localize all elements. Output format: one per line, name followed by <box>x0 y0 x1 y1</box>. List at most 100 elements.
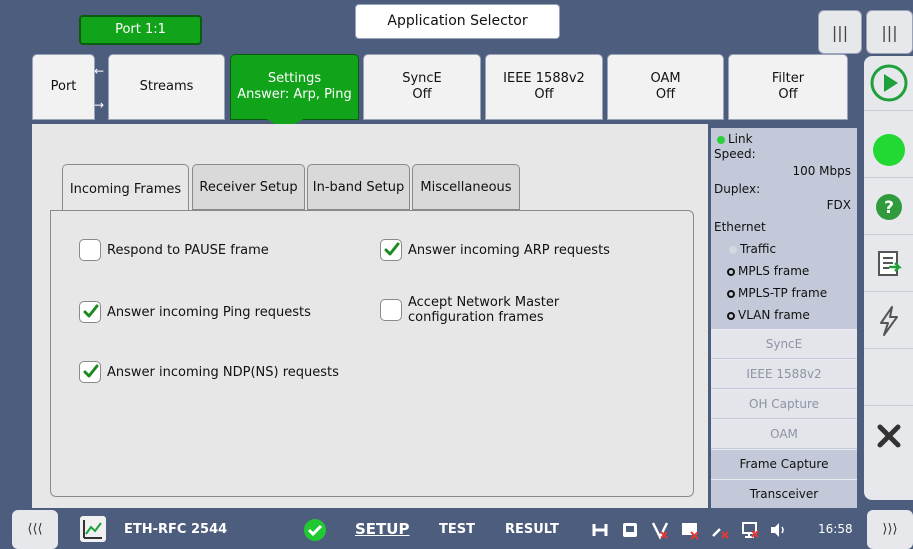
tab-label: Port <box>50 79 77 94</box>
scroll-right-button[interactable]: ⟩⟩⟩ <box>867 510 913 549</box>
tab-label: Streams <box>139 79 194 94</box>
oh-capture-button[interactable]: OH Capture <box>711 389 857 418</box>
check-status-icon <box>303 518 327 546</box>
traffic-led-icon <box>729 245 737 254</box>
respond-pause-label: Respond to PAUSE frame <box>107 242 269 258</box>
storage-icon <box>620 520 640 540</box>
accept-nm-line2: configuration frames <box>408 310 544 325</box>
subtab-in-band-setup[interactable]: In-band Setup <box>307 164 410 210</box>
play-icon <box>870 64 907 102</box>
report-icon <box>877 251 902 276</box>
ieee-1588v2-status-button[interactable]: IEEE 1588v2 <box>711 359 857 388</box>
frame-capture-button[interactable]: Frame Capture <box>711 449 857 478</box>
speed-value: 100 Mbps <box>792 164 851 178</box>
start-test-button[interactable] <box>864 56 913 111</box>
report-button[interactable] <box>864 237 913 292</box>
close-button[interactable] <box>864 408 913 463</box>
answer-ping-option[interactable]: Answer incoming Ping requests <box>79 301 311 323</box>
mpls-label: MPLS frame <box>738 264 810 278</box>
checkmark-icon <box>384 242 400 256</box>
tab-settings[interactable]: Settings Answer: Arp, Ping <box>230 54 359 120</box>
test-tab[interactable]: TEST <box>439 510 475 549</box>
wireless-icon <box>710 520 730 540</box>
answer-arp-option[interactable]: Answer incoming ARP requests <box>380 239 610 261</box>
mpls-tp-led-icon <box>727 289 735 298</box>
right-sidebar: ? <box>864 56 913 500</box>
accept-network-master-checkbox[interactable] <box>380 299 402 321</box>
help-icon: ? <box>875 194 902 220</box>
tab-filter[interactable]: Filter Off <box>728 54 848 120</box>
accept-network-master-label: Accept Network Master configuration fram… <box>408 295 559 325</box>
svg-text:?: ? <box>884 198 894 218</box>
tab-streams[interactable]: Streams <box>108 54 225 120</box>
oam-status-button[interactable]: OAM <box>711 419 857 448</box>
tab-port[interactable]: Port <box>32 54 95 120</box>
test-name: ETH-RFC 2544 <box>124 522 228 537</box>
close-icon <box>877 424 900 447</box>
application-selector-tab[interactable]: Application Selector <box>355 4 560 39</box>
tab-sublabel: Off <box>534 87 554 102</box>
tab-label: IEEE 1588v2 <box>503 71 585 86</box>
duplex-value: FDX <box>826 198 851 212</box>
checkmark-icon <box>83 304 99 318</box>
panel-grip-icon[interactable]: ||| <box>818 10 862 54</box>
subtab-miscellaneous[interactable]: Miscellaneous <box>412 164 520 210</box>
answer-ndp-option[interactable]: Answer incoming NDP(NS) requests <box>79 361 339 383</box>
clock: 16:58 <box>818 522 853 536</box>
answer-ping-checkbox[interactable] <box>79 301 101 323</box>
answer-ndp-checkbox[interactable] <box>79 361 101 383</box>
answer-arp-checkbox[interactable] <box>380 239 402 261</box>
global-status-indicator[interactable] <box>864 123 913 178</box>
help-button[interactable]: ? <box>864 180 913 235</box>
link-label: Link <box>728 132 753 146</box>
tab-ieee-1588v2[interactable]: IEEE 1588v2 Off <box>485 54 603 120</box>
subtab-incoming-frames[interactable]: Incoming Frames <box>62 164 189 212</box>
tab-label: SyncE <box>402 71 442 86</box>
accept-nm-line1: Accept Network Master <box>408 295 560 310</box>
tab-label: Filter <box>771 71 805 86</box>
bottom-bar: ⟨⟨⟨ ETH-RFC 2544 SETUP TEST RESULT 16:58… <box>0 510 913 549</box>
port-selector-tab[interactable]: Port 1:1 <box>79 15 202 45</box>
tab-sublabel: Off <box>778 87 798 102</box>
incoming-frames-panel: Respond to PAUSE frame Answer incoming A… <box>50 210 694 497</box>
power-plug-icon <box>590 520 610 540</box>
status-panel: Link Speed: 100 Mbps Duplex: FDX Etherne… <box>711 128 857 508</box>
vlan-status: VLAN frame <box>727 308 810 322</box>
settings-content: Incoming Frames Receiver Setup In-band S… <box>32 124 708 508</box>
result-tab[interactable]: RESULT <box>505 510 559 549</box>
setup-tab[interactable]: SETUP <box>355 510 409 549</box>
arrow-left-icon: ← <box>94 64 105 78</box>
volume-icon[interactable] <box>768 520 788 540</box>
speed-label: Speed: <box>714 147 756 161</box>
tab-label: Settings <box>267 71 322 86</box>
subtab-receiver-setup[interactable]: Receiver Setup <box>192 164 305 210</box>
answer-ndp-label: Answer incoming NDP(NS) requests <box>107 364 339 380</box>
green-status-icon <box>872 134 905 166</box>
tab-oam[interactable]: OAM Off <box>607 54 724 120</box>
scroll-left-button[interactable]: ⟨⟨⟨ <box>12 510 58 549</box>
lightning-icon <box>879 306 898 336</box>
test-app-icon[interactable] <box>80 516 106 542</box>
duplex-label: Duplex: <box>714 182 761 196</box>
respond-pause-option[interactable]: Respond to PAUSE frame <box>79 239 269 261</box>
main-tab-bar: Port ← → Streams Settings Answer: Arp, P… <box>32 54 857 122</box>
traffic-status: Traffic <box>729 242 776 256</box>
mpls-status: MPLS frame <box>727 264 809 278</box>
tab-sublabel: Answer: Arp, Ping <box>237 87 352 102</box>
mpls-tp-status: MPLS-TP frame <box>727 286 827 300</box>
transceiver-button[interactable]: Transceiver <box>711 479 857 508</box>
valid-icon <box>650 520 670 540</box>
checkmark-icon <box>83 364 99 378</box>
answer-ping-label: Answer incoming Ping requests <box>107 304 311 320</box>
network-icon <box>740 520 760 540</box>
synce-status-button[interactable]: SyncE <box>711 329 857 358</box>
respond-pause-checkbox[interactable] <box>79 239 101 261</box>
tab-synce[interactable]: SyncE Off <box>363 54 481 120</box>
inject-button[interactable] <box>864 294 913 349</box>
link-status: Link <box>717 132 753 146</box>
ethernet-label: Ethernet <box>714 220 766 234</box>
sidebar-grip-icon[interactable]: ||| <box>866 10 913 54</box>
link-led-icon <box>717 135 725 144</box>
mpls-led-icon <box>727 267 735 276</box>
accept-network-master-option[interactable]: Accept Network Master configuration fram… <box>380 295 559 325</box>
